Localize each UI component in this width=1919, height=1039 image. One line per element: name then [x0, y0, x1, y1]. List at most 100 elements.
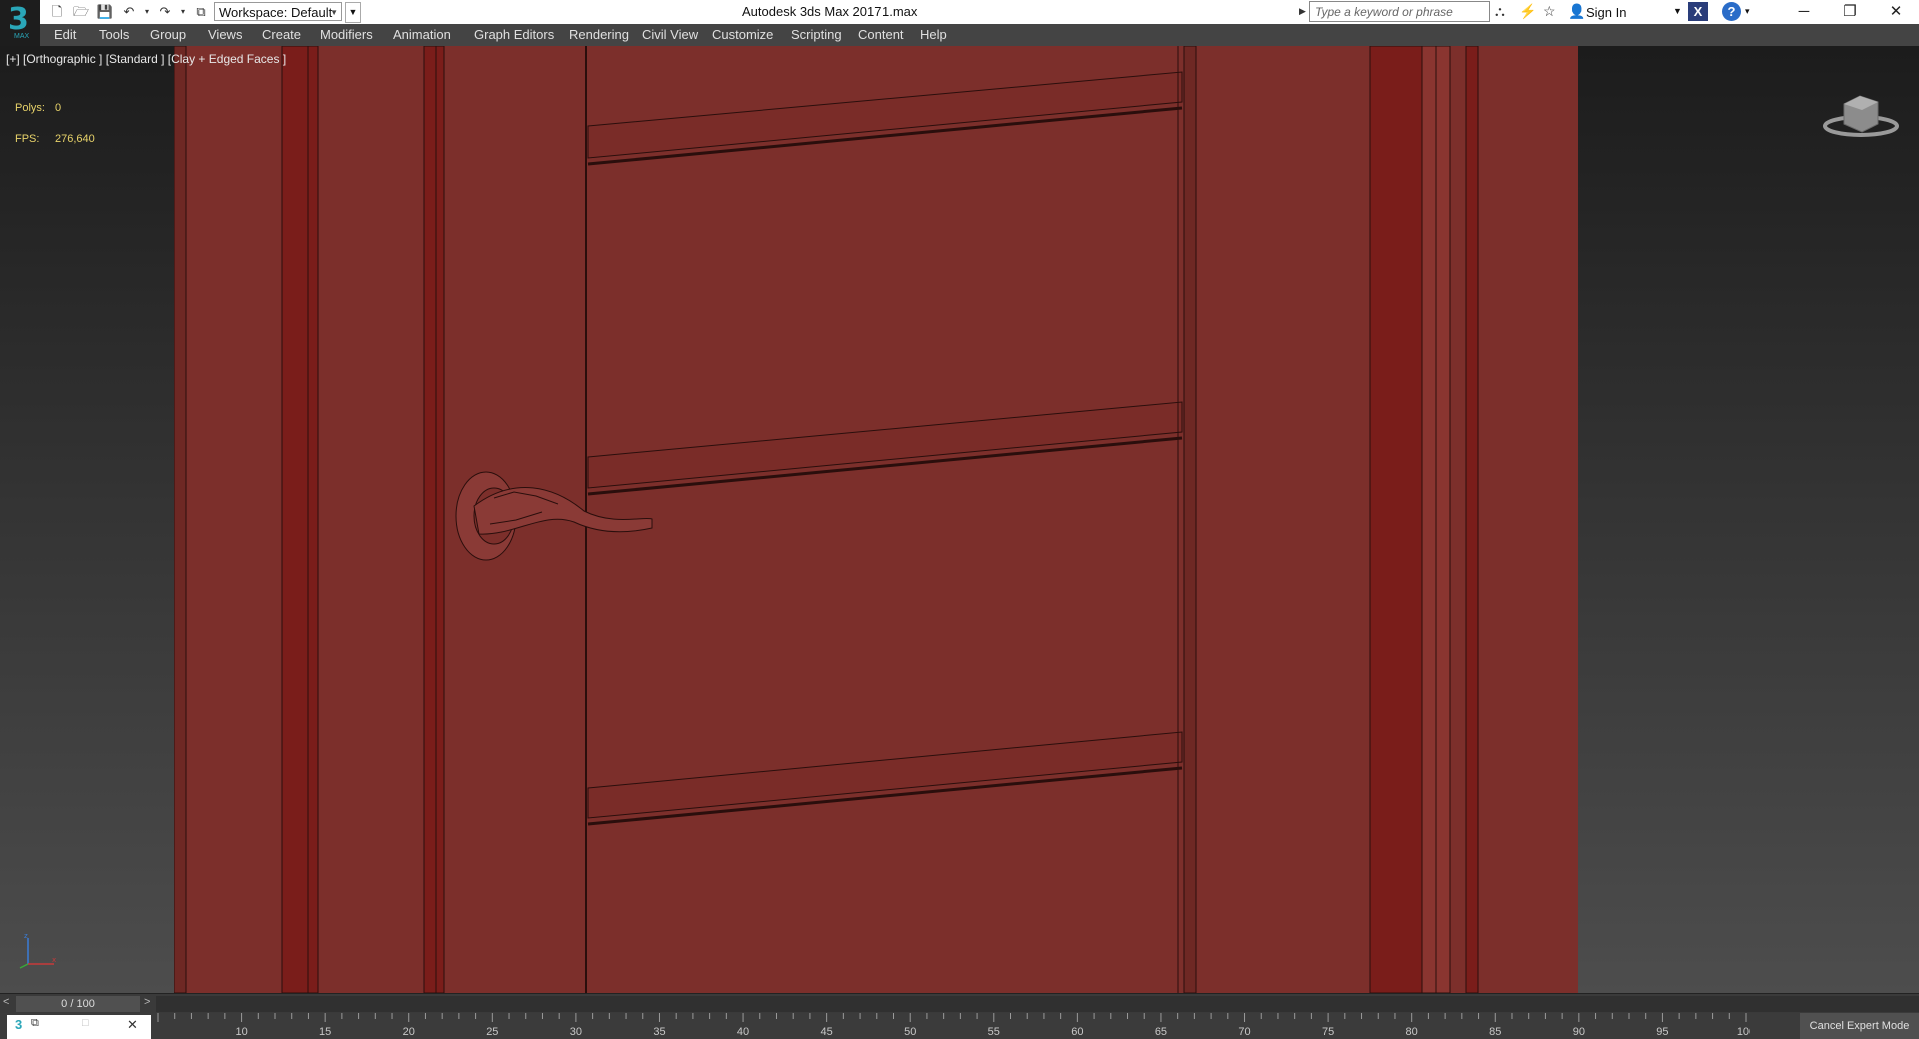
ruler-label: 80 [1406, 1026, 1418, 1038]
app-small-icon: 3 [15, 1017, 23, 1032]
placeholder-small-icon: □ [82, 1017, 89, 1029]
frame-left-strip-2 [423, 46, 445, 993]
close-small-icon[interactable]: ✕ [127, 1017, 138, 1033]
search-placeholder: Type a keyword or phrase [1315, 5, 1453, 19]
svg-text:x: x [52, 956, 56, 964]
restore-window-button[interactable]: ❐ [1827, 0, 1873, 24]
time-track[interactable] [156, 996, 1919, 1012]
exchange-apps-icon[interactable]: X [1688, 2, 1708, 21]
menu-bar: Edit Tools Group Views Create Modifiers … [0, 24, 1919, 46]
menu-content[interactable]: Content [858, 27, 904, 42]
track-ruler[interactable]: 10 15 20 25 30 35 40 45 50 55 60 65 70 75 80 85 90 95 100 [150, 1013, 1750, 1039]
project-folder-icon[interactable]: ⧉ [192, 3, 210, 21]
ruler-label: 10 [235, 1026, 247, 1038]
menu-group[interactable]: Group [150, 27, 186, 42]
ruler-label: 95 [1656, 1026, 1668, 1038]
ruler-label: 15 [319, 1026, 331, 1038]
workspace-label: Workspace: Default [219, 5, 333, 20]
ruler-label: 30 [570, 1026, 582, 1038]
app-title: Autodesk 3ds Max 2017 [742, 4, 882, 19]
menu-graph-editors[interactable]: Graph Editors [474, 27, 554, 42]
ruler-label: 40 [737, 1026, 749, 1038]
menu-edit[interactable]: Edit [54, 27, 76, 42]
ruler-label: 65 [1155, 1026, 1167, 1038]
perspective-viewport[interactable]: [+] [Orthographic ] [Standard ] [Clay + … [0, 46, 1919, 993]
help-dropdown-icon[interactable]: ▾ [1745, 6, 1750, 17]
menu-rendering[interactable]: Rendering [569, 27, 629, 42]
save-file-icon[interactable]: 💾 [96, 3, 114, 21]
ruler-label: 60 [1071, 1026, 1083, 1038]
polys-label: Polys: [15, 102, 45, 114]
ruler-label: 25 [486, 1026, 498, 1038]
time-slider-bar: < 0 / 100 > [0, 993, 1919, 1014]
previous-frame-icon[interactable]: < [3, 996, 9, 1008]
app-logo[interactable]: 3 MAX [0, 0, 40, 46]
cancel-expert-mode-button[interactable]: Cancel Expert Mode [1800, 1013, 1919, 1039]
customize-toolbar-icon[interactable]: ▼ [345, 2, 361, 23]
frame-left-strip [281, 46, 319, 993]
ruler-label: 50 [904, 1026, 916, 1038]
menu-views[interactable]: Views [208, 27, 242, 42]
app-logo-text: 3 [8, 2, 29, 37]
ruler-label: 75 [1322, 1026, 1334, 1038]
undo-icon[interactable]: ↶ [120, 3, 138, 21]
redo-dropdown-icon[interactable]: ▾ [174, 3, 192, 21]
door-right-edge [1183, 46, 1197, 993]
viewport-background-left [0, 46, 174, 993]
close-window-button[interactable]: ✕ [1873, 0, 1919, 24]
fps-value: 276,640 [55, 133, 95, 145]
redo-icon[interactable]: ↷ [156, 3, 174, 21]
sign-in-button[interactable]: Sign In [1586, 5, 1626, 20]
chevron-down-icon: ▼ [330, 8, 338, 17]
app-logo-sub: MAX [14, 33, 30, 40]
ruler-label: 20 [403, 1026, 415, 1038]
ruler-label: 45 [821, 1026, 833, 1038]
frame-left-outer [174, 46, 187, 993]
menu-create[interactable]: Create [262, 27, 301, 42]
title-bar: 3 MAX 🗋 🗁 💾 ↶ ▾ ↷ ▾ ⧉ Workspace: Default… [0, 0, 1919, 46]
binoculars-icon[interactable]: ⛬ [1495, 3, 1505, 20]
ruler-label: 90 [1573, 1026, 1585, 1038]
viewcube-icon[interactable] [1822, 84, 1900, 140]
communication-center-icon[interactable]: ⚡ [1519, 3, 1536, 20]
new-file-icon[interactable]: 🗋 [48, 3, 66, 21]
user-icon[interactable]: 👤 [1568, 3, 1585, 20]
door-model[interactable] [174, 46, 1578, 993]
viewport-background-right [1578, 46, 1919, 993]
menu-modifiers[interactable]: Modifiers [320, 27, 373, 42]
menu-tools[interactable]: Tools [99, 27, 129, 42]
ruler-label: 55 [988, 1026, 1000, 1038]
svg-text:z: z [24, 932, 28, 940]
workspace-dropdown[interactable]: Workspace: Default ▼ [214, 2, 342, 21]
time-slider[interactable]: 0 / 100 [16, 996, 140, 1012]
menu-help[interactable]: Help [920, 27, 947, 42]
bottom-bar: 3 ⧉ □ ✕ 10 15 20 25 30 35 40 45 50 55 60 65 70 75 80 85… [0, 1013, 1919, 1039]
polys-value: 0 [55, 102, 62, 114]
sign-in-dropdown-icon[interactable]: ▼ [1673, 6, 1682, 16]
ruler-label: 35 [653, 1026, 665, 1038]
ruler-label: 70 [1238, 1026, 1250, 1038]
file-title: 1.max [882, 4, 918, 19]
viewport-label[interactable]: [+] [Orthographic ] [Standard ] [Clay + … [6, 52, 286, 66]
fps-label: FPS: [15, 133, 40, 145]
frame-right-strip-3 [1465, 46, 1479, 993]
frame-right-strip [1369, 46, 1423, 993]
menu-scripting[interactable]: Scripting [791, 27, 842, 42]
undo-dropdown-icon[interactable]: ▾ [138, 3, 156, 21]
door-base [174, 46, 1578, 993]
favorites-star-icon[interactable]: ☆ [1543, 3, 1556, 20]
menu-animation[interactable]: Animation [393, 27, 451, 42]
next-frame-icon[interactable]: > [144, 996, 150, 1008]
menu-customize[interactable]: Customize [712, 27, 773, 42]
menu-civil-view[interactable]: Civil View [642, 27, 698, 42]
open-file-icon[interactable]: 🗁 [72, 3, 90, 21]
taskbar-preview[interactable]: 3 ⧉ □ ✕ [7, 1015, 151, 1039]
ruler-label: 85 [1489, 1026, 1501, 1038]
axis-gizmo-icon: z x [19, 932, 56, 969]
search-input[interactable]: Type a keyword or phrase [1309, 1, 1490, 22]
frame-display: 0 / 100 [61, 998, 95, 1010]
minimize-window-button[interactable]: ─ [1781, 0, 1827, 24]
restore-small-icon[interactable]: ⧉ [31, 1017, 39, 1030]
search-expand-icon[interactable]: ▶ [1299, 6, 1306, 17]
help-icon[interactable]: ? [1722, 2, 1741, 21]
